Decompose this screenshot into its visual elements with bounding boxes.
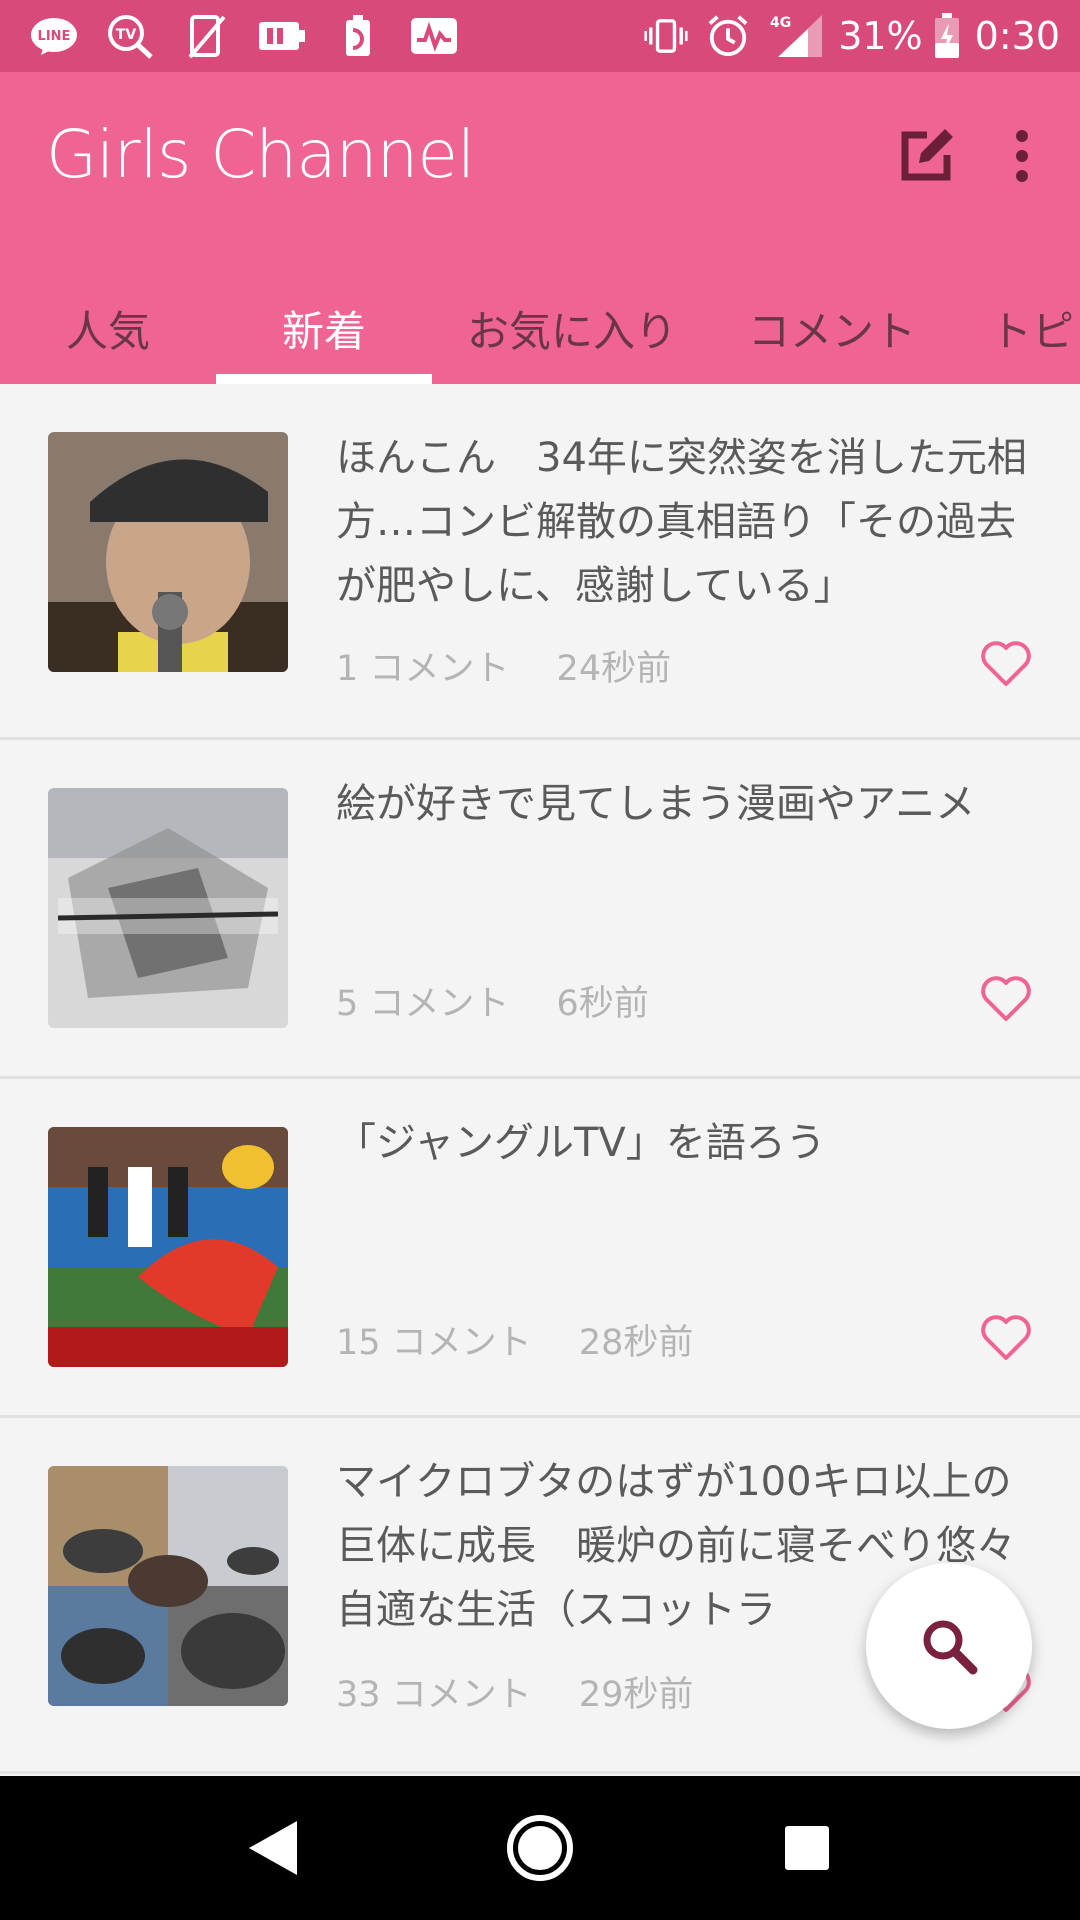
list-item[interactable]: 「ジャングルTV」を語ろう 15 コメント 28秒前 — [0, 1079, 1080, 1418]
topic-meta: 5 コメント 6秒前 — [336, 975, 649, 1026]
system-nav-bar — [0, 1776, 1080, 1920]
home-icon — [506, 1815, 573, 1881]
favorite-heart-icon[interactable] — [980, 975, 1032, 1023]
more-options-button[interactable] — [1002, 120, 1042, 192]
status-bar: LINE TV 4G 31% 0:30 — [0, 0, 1080, 72]
line-icon: LINE — [28, 14, 80, 58]
more-vert-icon — [1016, 130, 1028, 182]
home-button[interactable] — [495, 1803, 585, 1893]
app-bar: Girls Channel 人気 新着 お気に入り コメント トピ — [0, 72, 1080, 384]
recents-button[interactable] — [762, 1803, 852, 1893]
comment-count: 1 コメント — [336, 649, 510, 689]
comment-count: 15 コメント — [336, 1323, 532, 1363]
app-title: Girls Channel — [46, 116, 475, 193]
posted-time: 24秒前 — [556, 649, 672, 689]
topic-thumbnail — [48, 788, 288, 1028]
no-sim-icon — [180, 14, 232, 59]
posted-time: 28秒前 — [578, 1323, 694, 1363]
tab-label: お気に入り — [466, 306, 677, 356]
favorite-heart-icon[interactable] — [980, 1314, 1032, 1362]
signal-4g-icon: 4G — [768, 14, 824, 58]
tv-search-icon: TV — [104, 14, 156, 59]
activity-icon — [408, 14, 460, 58]
tab-comments[interactable]: コメント — [712, 272, 952, 384]
list-item[interactable]: ほんこん 34年に突然姿を消した元相方…コンビ解散の真相語り「その過去が肥やしに… — [0, 384, 1080, 740]
favorite-heart-icon[interactable] — [980, 640, 1032, 688]
clock: 0:30 — [974, 14, 1060, 58]
topic-thumbnail — [48, 432, 288, 672]
back-icon — [249, 1821, 298, 1875]
list-item[interactable]: 絵が好きで見てしまう漫画やアニメ 5 コメント 6秒前 — [0, 740, 1080, 1079]
tab-label: トピ — [990, 306, 1075, 356]
topic-title: ほんこん 34年に突然姿を消した元相方…コンビ解散の真相語り「その過去が肥やしに… — [336, 435, 1027, 609]
tab-popular[interactable]: 人気 — [0, 272, 216, 384]
posted-time: 6秒前 — [556, 984, 649, 1024]
topic-title: 「ジャングルTV」を語ろう — [336, 1120, 826, 1166]
search-fab-button[interactable] — [866, 1563, 1032, 1729]
tab-new[interactable]: 新着 — [216, 272, 432, 384]
tab-favorites[interactable]: お気に入り — [432, 272, 712, 384]
vibrate-icon — [644, 14, 688, 58]
alarm-icon — [706, 14, 750, 58]
tab-label: 新着 — [281, 306, 366, 356]
network-type-label: 4G — [770, 15, 791, 31]
posted-time: 29秒前 — [578, 1675, 694, 1715]
topic-title: 絵が好きで見てしまう漫画やアニメ — [336, 781, 976, 827]
edit-icon — [901, 129, 953, 181]
topic-meta: 1 コメント 24秒前 — [336, 640, 671, 691]
tab-label: 人気 — [65, 306, 150, 356]
notification-icon — [332, 14, 384, 58]
back-button[interactable] — [228, 1803, 318, 1893]
topic-meta: 33 コメント 29秒前 — [336, 1666, 693, 1717]
topic-thumbnail — [48, 1466, 288, 1706]
tab-topics[interactable]: トピ — [952, 272, 1080, 384]
battery-percent: 31% — [838, 14, 923, 58]
svg-text:LINE: LINE — [38, 29, 71, 44]
recents-icon — [784, 1826, 829, 1870]
topic-thumbnail — [48, 1127, 288, 1367]
active-tab-indicator — [216, 374, 432, 384]
topic-meta: 15 コメント 28秒前 — [336, 1314, 693, 1365]
svg-text:TV: TV — [116, 27, 137, 43]
tab-label: コメント — [747, 306, 916, 356]
search-icon — [923, 1620, 978, 1675]
edit-button[interactable] — [890, 120, 962, 192]
battery-charging-icon — [933, 13, 961, 58]
tab-bar: 人気 新着 お気に入り コメント トピ — [0, 272, 1080, 384]
comment-count: 5 コメント — [336, 984, 510, 1024]
topic-list: ほんこん 34年に突然姿を消した元相方…コンビ解散の真相語り「その過去が肥やしに… — [0, 384, 1080, 1774]
battery-saver-icon — [256, 14, 308, 58]
comment-count: 33 コメント — [336, 1675, 532, 1715]
